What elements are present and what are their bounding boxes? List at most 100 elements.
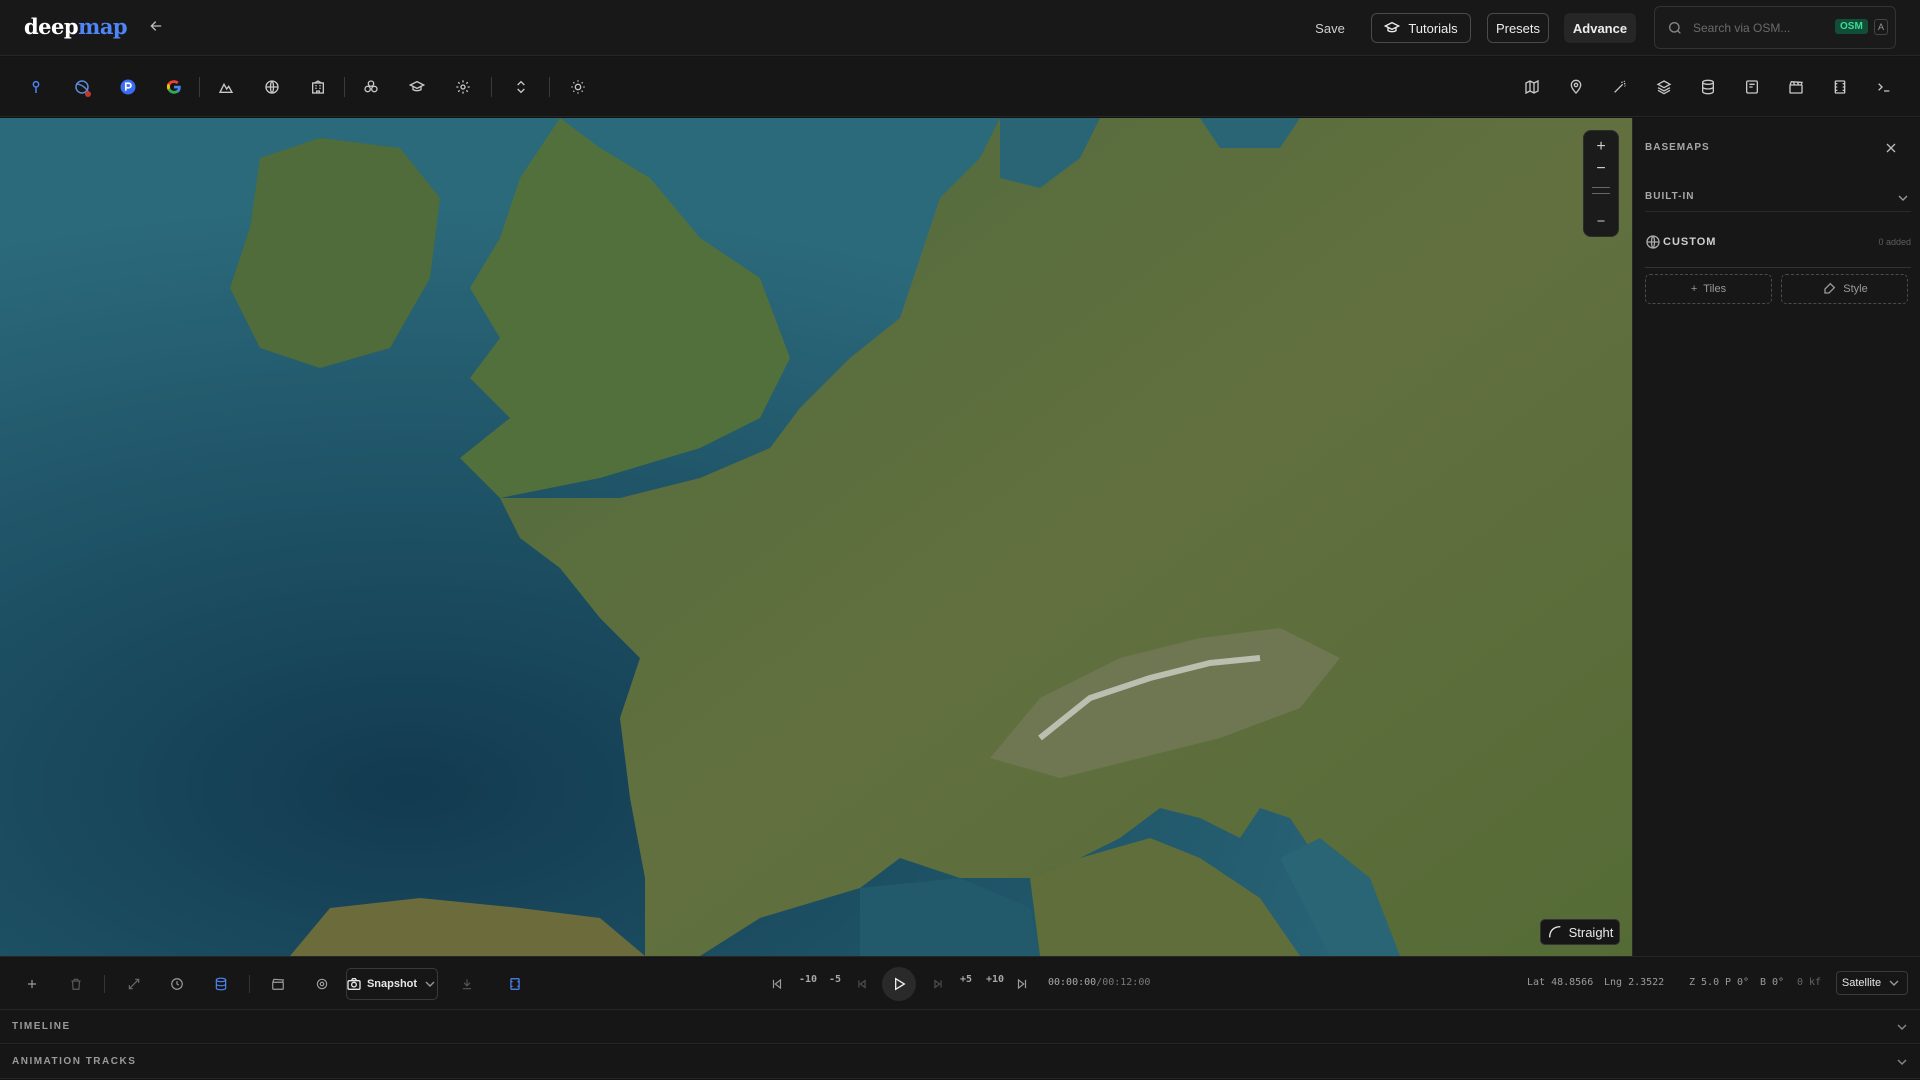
route-mode-button[interactable]: Straight [1540, 919, 1620, 945]
camera-target-icon[interactable] [312, 974, 332, 994]
map-canvas[interactable]: + − Straight [0, 118, 1632, 956]
stack-icon[interactable] [211, 974, 231, 994]
bar-divider [249, 975, 250, 993]
terminal-icon[interactable] [1874, 77, 1894, 97]
toolbar-divider [491, 77, 492, 97]
globe-icon[interactable] [262, 77, 282, 97]
time-current: 00:00:00 [1048, 977, 1097, 988]
chevron-down-icon [1894, 1054, 1910, 1070]
play-button[interactable] [882, 967, 916, 1001]
basemap-select[interactable]: Satellite [1836, 971, 1908, 995]
download-icon[interactable] [457, 974, 477, 994]
clapperboard-icon[interactable] [268, 974, 288, 994]
logo-text-map: map [78, 14, 128, 39]
globe-orbit-icon[interactable] [72, 77, 92, 97]
zoom-scale-line [1592, 193, 1610, 194]
zoom-reset-button[interactable] [1584, 211, 1618, 231]
expand-icon[interactable] [124, 974, 144, 994]
app-logo[interactable]: deepmap [24, 14, 128, 39]
main-toolbar [0, 57, 1920, 117]
search-box: OSM A [1654, 6, 1896, 49]
time-readout: 00:00:00/00:12:00 [1048, 977, 1150, 988]
database-icon[interactable] [1698, 77, 1718, 97]
search-icon [1667, 20, 1683, 36]
pin-icon[interactable] [1566, 77, 1586, 97]
step-back-5-button[interactable]: -5 [829, 974, 841, 985]
next-keyframe-icon[interactable] [928, 974, 948, 994]
step-forward-5-button[interactable]: +5 [960, 974, 972, 985]
close-icon[interactable] [1883, 140, 1899, 156]
zoom-in-button[interactable]: + [1584, 137, 1618, 157]
google-icon[interactable] [164, 77, 184, 97]
globe-icon [1645, 234, 1661, 250]
animation-tracks-section[interactable]: ANIMATION TRACKS [0, 1045, 1920, 1079]
camera-icon [346, 976, 362, 992]
skip-to-end-icon[interactable] [1012, 974, 1032, 994]
play-icon [891, 976, 907, 992]
graduation-cap-icon[interactable] [407, 77, 427, 97]
clock-icon[interactable] [167, 974, 187, 994]
chevron-down-icon [1894, 1019, 1910, 1035]
tutorials-label: Tutorials [1408, 20, 1458, 36]
logo-text-deep: deep [24, 14, 79, 39]
zoom-out-label: − [1596, 160, 1606, 177]
basemap-select-value: Satellite [1841, 977, 1882, 989]
latitude-readout: Lat 48.8566 [1527, 977, 1594, 988]
skip-to-start-icon[interactable] [767, 974, 787, 994]
map-icon[interactable] [1522, 77, 1542, 97]
playback-bar: Snapshot -10 -5 +5 +10 00:00:00/00:12:00… [0, 956, 1920, 1010]
curve-icon [1547, 924, 1563, 940]
expand-vertical-icon[interactable] [511, 77, 531, 97]
add-icon[interactable] [22, 974, 42, 994]
advance-label: Advance [1572, 20, 1628, 36]
tutorials-button[interactable]: Tutorials [1371, 13, 1471, 43]
advance-button[interactable]: Advance [1564, 13, 1636, 43]
toolbar-divider [199, 77, 200, 97]
toolbar-divider [344, 77, 345, 97]
osm-source-badge[interactable]: OSM [1835, 19, 1868, 34]
layers-cluster-icon[interactable] [361, 77, 381, 97]
custom-count: 0 added [1878, 237, 1911, 247]
add-style-button[interactable]: Style [1781, 274, 1908, 304]
graduation-cap-icon [1384, 20, 1401, 36]
step-back-10-button[interactable]: -10 [799, 974, 817, 985]
builtin-section-toggle[interactable]: BUILT-IN [1645, 190, 1911, 212]
lock-indicator [85, 91, 91, 97]
timeline-section[interactable]: TIMELINE [0, 1010, 1920, 1044]
film-icon[interactable] [1830, 77, 1850, 97]
presets-button[interactable]: Presets [1487, 13, 1549, 43]
bearing-readout: B 0° [1760, 977, 1785, 988]
add-tiles-button[interactable]: + Tiles [1645, 274, 1772, 304]
presets-label: Presets [1495, 20, 1541, 36]
clapperboard-icon[interactable] [1786, 77, 1806, 97]
route-panel-icon[interactable] [1742, 77, 1762, 97]
satellite-basemap [0, 118, 1632, 956]
chevron-down-icon [1886, 975, 1902, 991]
zoom-control: + − [1583, 130, 1619, 237]
settings-icon[interactable] [453, 77, 473, 97]
save-button[interactable]: Save [1300, 13, 1360, 43]
search-shortcut-key: A [1874, 19, 1888, 35]
snapshot-button[interactable]: Snapshot [346, 968, 438, 1000]
building-icon[interactable] [308, 77, 328, 97]
plus-icon: + [1690, 283, 1698, 295]
previous-keyframe-icon[interactable] [852, 974, 872, 994]
magic-wand-icon[interactable] [1610, 77, 1630, 97]
route-provider-icon[interactable] [118, 77, 138, 97]
bar-divider [104, 975, 105, 993]
zoom-in-label: + [1596, 138, 1606, 155]
basemaps-panel: BASEMAPS BUILT-IN CUSTOM 0 added + Tiles… [1632, 118, 1920, 956]
marker-icon[interactable] [26, 77, 46, 97]
timeline-label: TIMELINE [12, 1021, 71, 1032]
trash-icon[interactable] [66, 974, 86, 994]
sun-icon[interactable] [568, 77, 588, 97]
film-icon[interactable] [505, 974, 525, 994]
terrain-icon[interactable] [216, 77, 236, 97]
layers-icon[interactable] [1654, 77, 1674, 97]
step-forward-10-button[interactable]: +10 [986, 974, 1004, 985]
chevron-down-icon [422, 976, 438, 992]
panel-title: BASEMAPS [1645, 142, 1710, 153]
search-input[interactable] [1693, 19, 1833, 37]
zoom-out-button[interactable]: − [1584, 159, 1618, 179]
back-arrow-icon[interactable] [148, 18, 168, 38]
